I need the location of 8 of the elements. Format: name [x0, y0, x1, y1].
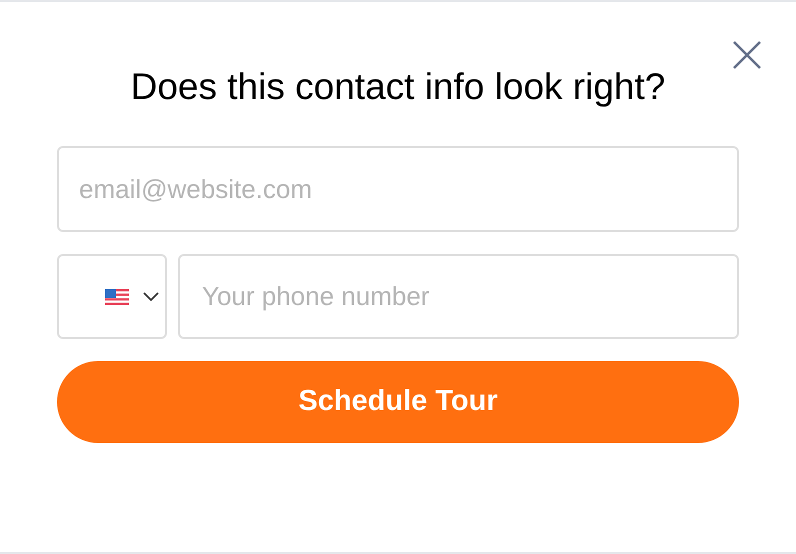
- close-icon: [731, 39, 763, 71]
- dialog-title: Does this contact info look right?: [130, 65, 666, 109]
- chevron-down-icon: [143, 292, 159, 302]
- phone-field[interactable]: Your phone number: [178, 254, 739, 339]
- country-select[interactable]: [57, 254, 167, 339]
- email-field[interactable]: email@website.com: [57, 146, 739, 232]
- flag-icon: [105, 288, 129, 304]
- schedule-tour-button[interactable]: Schedule Tour: [57, 361, 739, 443]
